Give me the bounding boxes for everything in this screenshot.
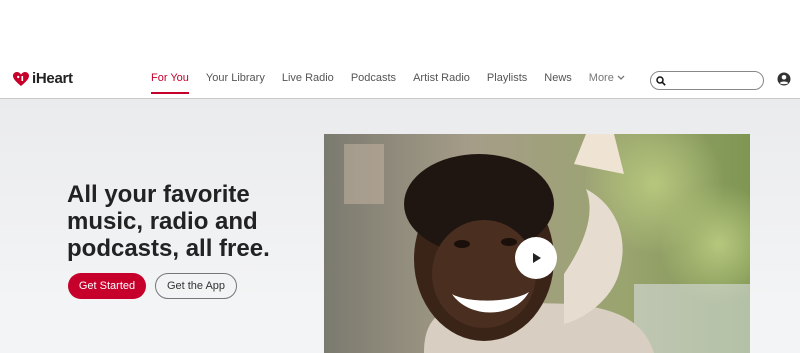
user-account-icon <box>777 72 791 86</box>
user-account-button[interactable] <box>777 72 791 91</box>
iheart-logo[interactable]: iHeart <box>12 70 73 87</box>
nav-item-more[interactable]: More <box>589 72 625 84</box>
nav-item-more-label: More <box>588 72 614 84</box>
nav-item-for-you[interactable]: For You <box>151 72 189 94</box>
search-icon <box>656 75 666 86</box>
play-icon <box>533 253 541 263</box>
nav-item-your-library[interactable]: Your Library <box>206 72 265 84</box>
iheart-logo-icon <box>13 71 29 86</box>
nav-item-news[interactable]: News <box>544 72 572 84</box>
brand-name: iHeart <box>32 70 73 87</box>
hero-headline: All your favorite music, radio and podca… <box>67 181 270 262</box>
main-nav: For You Your Library Live Radio Podcasts… <box>151 72 642 94</box>
search-input[interactable] <box>670 74 759 87</box>
nav-item-artist-radio[interactable]: Artist Radio <box>413 72 470 84</box>
play-button[interactable] <box>515 237 557 279</box>
nav-item-live-radio[interactable]: Live Radio <box>282 72 334 84</box>
chevron-down-icon <box>617 75 625 80</box>
nav-item-playlists[interactable]: Playlists <box>487 72 527 84</box>
top-nav-bar: iHeart For You Your Library Live Radio P… <box>0 58 800 99</box>
search-box[interactable] <box>650 71 764 90</box>
nav-item-podcasts[interactable]: Podcasts <box>351 72 396 84</box>
get-started-button[interactable]: Get Started <box>68 273 146 299</box>
get-the-app-button[interactable]: Get the App <box>155 273 237 299</box>
hero-section: All your favorite music, radio and podca… <box>0 99 800 353</box>
